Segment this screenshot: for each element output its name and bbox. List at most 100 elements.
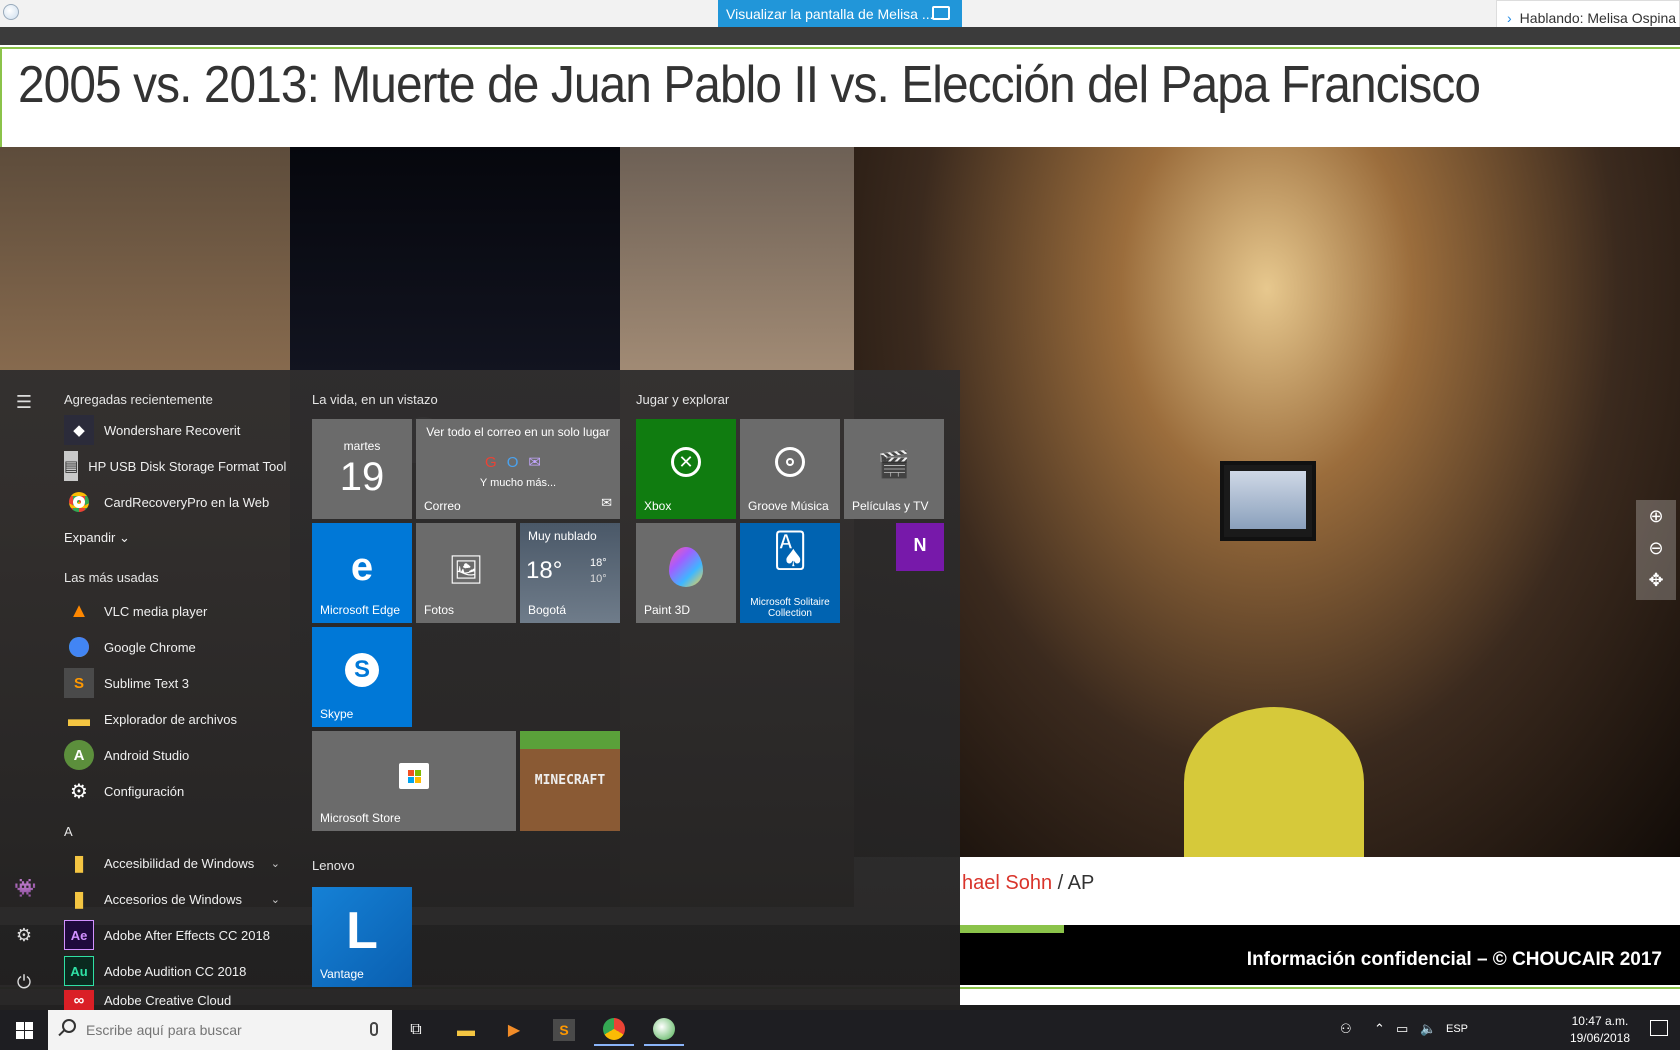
chevron-down-icon: ⌄ xyxy=(270,857,280,870)
app-item-cardrecovery[interactable]: CardRecoveryPro en la Web xyxy=(64,485,284,519)
search-input[interactable] xyxy=(86,1018,346,1042)
chrome-taskbar-icon[interactable] xyxy=(594,1014,634,1046)
weather-low: 10° xyxy=(590,573,607,585)
minecraft-tile[interactable]: MINECRAFT xyxy=(520,731,620,831)
taskbar: ⧉ ▬ ▶ S ⚇ ⌃ ▭ 🔈 ESP 10:47 a.m. 19/06/201… xyxy=(0,1010,1680,1050)
mail-more: Y mucho más... xyxy=(479,477,557,489)
solitaire-tile[interactable]: 🂡 Microsoft Solitaire Collection xyxy=(740,523,840,623)
expand-button[interactable]: Expandir ⌄ xyxy=(64,530,130,546)
photos-name: Fotos xyxy=(424,603,455,617)
weather-tile[interactable]: Muy nublado 18° 18° 10° Bogotá xyxy=(520,523,620,623)
windows-start-button[interactable] xyxy=(0,1010,48,1050)
zoom-out-icon[interactable]: ⊖ xyxy=(1636,532,1676,564)
clock[interactable]: 10:47 a.m. 19/06/2018 xyxy=(1570,1013,1630,1047)
groove-name: Groove Música xyxy=(748,499,829,513)
app-item-wondershare[interactable]: ◆ Wondershare Recoverit xyxy=(64,413,284,447)
clapperboard-icon: 🎬 xyxy=(877,449,911,479)
folder-icon: ▮ xyxy=(72,850,86,875)
app-label: Configuración xyxy=(104,783,185,799)
app-item-explorer[interactable]: ▬ Explorador de archivos xyxy=(64,702,284,736)
app-item-after-effects[interactable]: Ae Adobe After Effects CC 2018 xyxy=(64,918,284,952)
app-label: HP USB Disk Storage Format Tool xyxy=(88,458,287,474)
app-item-vlc[interactable]: ▲ VLC media player xyxy=(64,594,284,628)
app-item-android-studio[interactable]: A Android Studio xyxy=(64,738,284,772)
chevron-down-icon: ⌄ xyxy=(118,530,130,545)
crowd-phones-photo xyxy=(854,147,1680,857)
window-strip xyxy=(0,27,1680,45)
app-item-settings[interactable]: ⚙ Configuración xyxy=(64,774,284,808)
file-explorer-taskbar-icon[interactable]: ▬ xyxy=(446,1014,486,1046)
credit-agency: AP xyxy=(1067,872,1095,894)
network-icon[interactable]: ▭ xyxy=(1396,1021,1408,1037)
view-screen-label: Visualizar la pantalla de Melisa ... xyxy=(726,6,934,22)
expand-label: Expandir xyxy=(64,530,116,545)
photos-tile[interactable]: 🖼 Fotos xyxy=(416,523,516,623)
xbox-tile[interactable]: ✕ Xbox xyxy=(636,419,736,519)
most-used-header: Las más usadas xyxy=(64,570,159,585)
folder-icon: ▬ xyxy=(68,706,90,731)
credit-name: hael Sohn xyxy=(962,872,1053,894)
calendar-tile[interactable]: martes 19 xyxy=(312,419,412,519)
app-item-creative-cloud[interactable]: ∞ Adobe Creative Cloud xyxy=(64,990,284,1010)
microphone-icon[interactable] xyxy=(370,1022,378,1036)
meeting-app-taskbar-icon[interactable] xyxy=(644,1014,684,1046)
sublime-taskbar-icon[interactable]: S xyxy=(544,1014,584,1046)
app-item-audition[interactable]: Au Adobe Audition CC 2018 xyxy=(64,954,284,988)
media-player-taskbar-icon[interactable]: ▶ xyxy=(494,1014,534,1046)
group-life-header: La vida, en un vistazo xyxy=(312,392,438,407)
movies-tile[interactable]: 🎬 Películas y TV xyxy=(844,419,944,519)
start-menu: ☰ 👾 ⚙ ⏻ Agregadas recientemente ◆ Wonder… xyxy=(0,370,960,1010)
chevron-right-icon: › xyxy=(1507,10,1512,26)
mail-tile[interactable]: Ver todo el correo en un solo lugar GO✉ … xyxy=(416,419,620,519)
movies-name: Películas y TV xyxy=(852,499,929,513)
paint3d-tile[interactable]: Paint 3D xyxy=(636,523,736,623)
power-icon[interactable]: ⏻ xyxy=(14,972,34,992)
fit-screen-icon[interactable]: ✥ xyxy=(1636,564,1676,596)
slide-title: 2005 vs. 2013: Muerte de Juan Pablo II v… xyxy=(18,56,1481,114)
taskbar-search-box[interactable] xyxy=(48,1010,392,1050)
view-screen-button[interactable]: Visualizar la pantalla de Melisa ... xyxy=(718,0,962,28)
language-indicator[interactable]: ESP xyxy=(1446,1023,1468,1035)
task-view-icon[interactable]: ⧉ xyxy=(396,1014,436,1046)
vantage-l-icon: L xyxy=(346,902,378,960)
slide-footer-text: Información confidencial – © CHOUCAIR 20… xyxy=(1246,949,1662,970)
action-center-icon[interactable] xyxy=(1650,1020,1668,1036)
footer-accent xyxy=(960,925,1064,933)
app-item-hp-usb[interactable]: ▤ HP USB Disk Storage Format Tool xyxy=(64,449,287,483)
skype-tile[interactable]: S Skype xyxy=(312,627,412,727)
app-label: Adobe Creative Cloud xyxy=(104,992,232,1008)
groove-tile[interactable]: Groove Música xyxy=(740,419,840,519)
letter-a-header[interactable]: A xyxy=(64,824,73,839)
volume-icon[interactable]: 🔈 xyxy=(1420,1021,1436,1037)
hamburger-menu-icon[interactable]: ☰ xyxy=(14,392,34,412)
mail-tagline: Ver todo el correo en un solo lugar xyxy=(426,425,610,439)
vantage-tile[interactable]: L Vantage xyxy=(312,887,412,987)
app-item-sublime[interactable]: S Sublime Text 3 xyxy=(64,666,284,700)
edge-tile[interactable]: e Microsoft Edge xyxy=(312,523,412,623)
weather-temp: 18° xyxy=(526,557,563,584)
app-label: Adobe After Effects CC 2018 xyxy=(104,927,270,943)
settings-gear-icon[interactable]: ⚙ xyxy=(14,925,34,945)
user-avatar-icon[interactable]: 👾 xyxy=(14,878,36,898)
store-tile[interactable]: Microsoft Store xyxy=(312,731,516,831)
chevron-up-icon[interactable]: ⌃ xyxy=(1374,1021,1385,1037)
app-label: Adobe Audition CC 2018 xyxy=(104,963,247,979)
app-item-accesorios[interactable]: ▮ Accesorios de Windows ⌄ xyxy=(64,882,286,916)
vlc-cone-icon: ▲ xyxy=(69,599,89,622)
app-item-accesibilidad[interactable]: ▮ Accesibilidad de Windows ⌄ xyxy=(64,846,286,880)
talking-label: Hablando: Melisa Ospina xyxy=(1519,10,1677,26)
people-icon[interactable]: ⚇ xyxy=(1340,1021,1352,1037)
edge-e-icon: e xyxy=(350,545,374,589)
chrome-icon xyxy=(64,632,94,662)
mail-provider-icons: GO✉ xyxy=(485,454,551,471)
group-lenovo-header: Lenovo xyxy=(312,858,355,873)
photo-icon: 🖼 xyxy=(448,554,484,585)
zoom-in-icon[interactable]: ⊕ xyxy=(1636,500,1676,532)
store-bag-icon xyxy=(312,763,516,794)
calendar-day: martes xyxy=(343,439,381,453)
app-item-chrome[interactable]: Google Chrome xyxy=(64,630,284,664)
paint3d-name: Paint 3D xyxy=(644,603,691,617)
chrome-icon xyxy=(64,487,94,517)
app-label: Accesibilidad de Windows xyxy=(104,855,255,871)
onenote-tile[interactable]: N xyxy=(896,523,944,571)
